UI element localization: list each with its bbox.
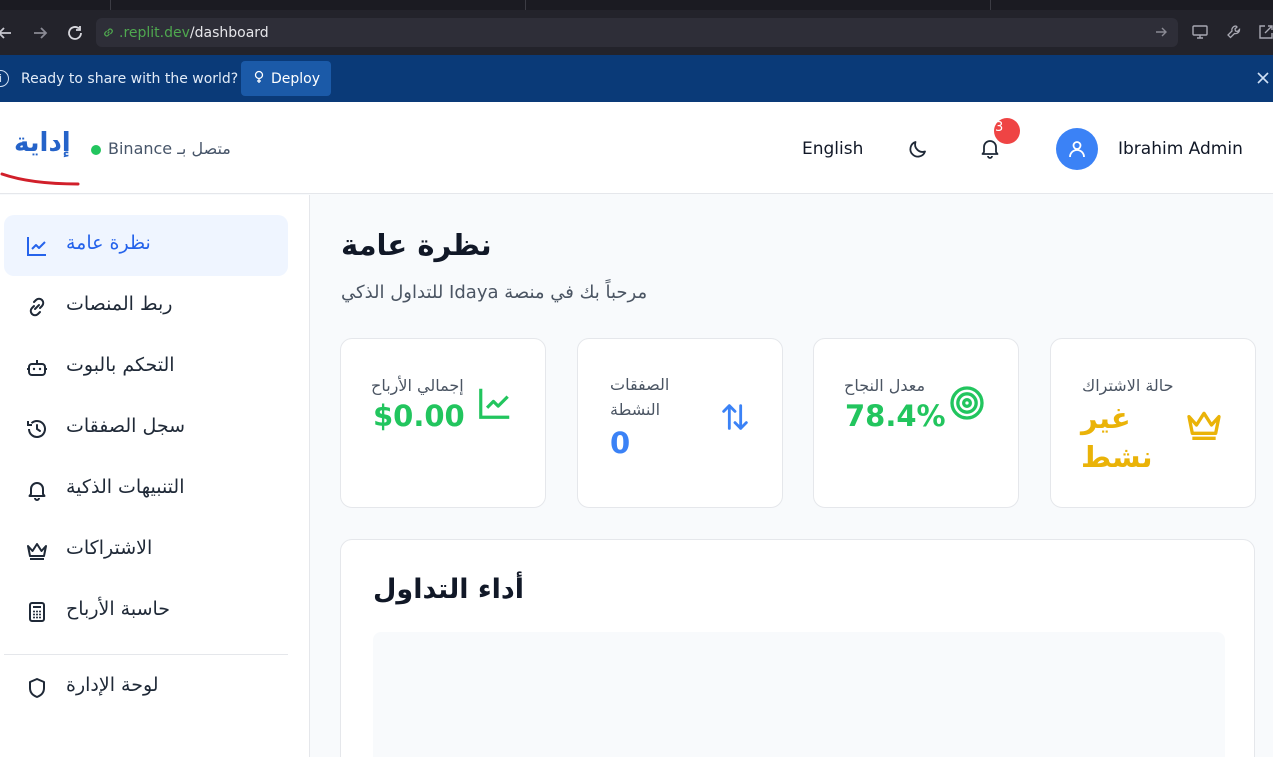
page-subtitle: للتداول الذكي Idaya مرحباً بك في منصة (341, 282, 648, 303)
exchange-connection-status: Binance متصل بـ (108, 139, 231, 158)
reload-icon[interactable] (64, 22, 86, 44)
tab-divider (525, 0, 526, 10)
stat-card-subscription-status: حالة الاشتراك غير نشط (1050, 338, 1256, 508)
sidebar-item-label: ربط المنصات (66, 293, 173, 315)
open-external-icon[interactable] (1256, 22, 1273, 42)
shield-icon (24, 675, 50, 701)
deploy-banner: i Ready to share with the world? Deploy (0, 55, 1273, 102)
moon-icon[interactable] (906, 137, 930, 161)
performance-chart-area (373, 632, 1225, 757)
bot-icon (24, 355, 50, 381)
browser-toolbar: .replit.dev/dashboard (0, 10, 1273, 55)
monitor-icon[interactable] (1190, 22, 1210, 42)
stat-label-line2: النشطة (610, 400, 661, 419)
sidebar-item-label: التنبيهات الذكية (66, 476, 185, 498)
stat-card-active-trades: الصفقات النشطة 0 (577, 338, 783, 508)
target-icon (947, 383, 987, 423)
stat-label: حالة الاشتراك (1082, 376, 1174, 395)
url-host: .replit.dev (119, 24, 190, 41)
back-arrow-icon[interactable] (0, 22, 16, 44)
stat-value-line2: نشط (1081, 440, 1153, 474)
stat-label: إجمالي الأرباح (371, 376, 464, 395)
sidebar-item-link-exchanges[interactable]: ربط المنصات (4, 276, 288, 337)
stat-label: معدل النجاح (844, 376, 926, 395)
stat-card-total-profits: إجمالي الأرباح $0.00 (340, 338, 546, 508)
sidebar-item-bot-control[interactable]: التحكم بالبوت (4, 337, 288, 398)
stat-label: الصفقات (610, 375, 670, 394)
link-icon (102, 26, 116, 40)
stat-value: $0.00 (373, 399, 465, 433)
bell-icon (24, 477, 50, 503)
sidebar-item-label: سجل الصفقات (66, 415, 186, 437)
brand-logo[interactable]: إداية (14, 128, 71, 158)
close-icon[interactable] (1255, 70, 1271, 86)
sidebar-item-label: لوحة الإدارة (66, 674, 159, 696)
trending-chart-icon (475, 383, 515, 423)
calculator-icon (24, 599, 50, 625)
sidebar-item-trade-history[interactable]: سجل الصفقات (4, 398, 288, 459)
deploy-button[interactable]: Deploy (241, 61, 331, 96)
avatar[interactable] (1056, 128, 1098, 170)
stat-value: غير (1081, 401, 1131, 435)
sidebar-item-overview[interactable]: نظرة عامة (4, 215, 288, 276)
address-bar[interactable]: .replit.dev/dashboard (96, 18, 1178, 47)
banner-message: Ready to share with the world? (21, 71, 239, 87)
language-toggle[interactable]: English (802, 139, 863, 159)
wrench-icon[interactable] (1224, 22, 1244, 42)
notification-count-badge: 3 (994, 118, 1020, 144)
sidebar-item-subscriptions[interactable]: الاشتراكات (4, 520, 288, 581)
arrows-up-down-icon (715, 397, 755, 437)
connection-status-dot (91, 145, 101, 155)
sidebar-item-label: التحكم بالبوت (66, 354, 175, 376)
crown-icon (1184, 405, 1224, 445)
sidebar-divider (4, 654, 288, 655)
url-path: /dashboard (189, 24, 269, 41)
forward-arrow-icon[interactable] (29, 22, 51, 44)
user-name[interactable]: Ibrahim Admin (1118, 139, 1243, 159)
browser-tab-strip (0, 0, 1273, 10)
go-arrow-icon[interactable] (1154, 24, 1170, 40)
trading-performance-panel: أداء التداول (340, 539, 1255, 757)
performance-title: أداء التداول (373, 574, 525, 605)
sidebar-item-label: نظرة عامة (66, 232, 151, 254)
deploy-button-label: Deploy (270, 70, 321, 87)
sidebar-item-profit-calculator[interactable]: حاسبة الأرباح (4, 581, 288, 642)
tab-divider (110, 0, 111, 10)
history-icon (24, 416, 50, 442)
app-header: إداية Binance متصل بـ English 3 Ibrahim … (0, 102, 1273, 194)
sidebar-item-label: الاشتراكات (66, 537, 153, 559)
chart-line-icon (24, 233, 50, 259)
stat-value: 0 (610, 426, 631, 460)
page-title: نظرة عامة (341, 228, 492, 262)
user-icon (1069, 141, 1085, 158)
sidebar-item-admin-panel[interactable]: لوحة الإدارة (4, 657, 288, 718)
deploy-icon (252, 70, 266, 88)
crown-icon (24, 538, 50, 564)
brand-underline-annotation (0, 172, 80, 186)
sidebar-item-label: حاسبة الأرباح (66, 598, 171, 620)
stat-card-success-rate: معدل النجاح 78.4% (813, 338, 1019, 508)
sidebar: نظرة عامة ربط المنصات التحكم بالبوت سجل … (0, 195, 310, 757)
info-icon: i (0, 70, 9, 87)
stat-value: 78.4% (845, 399, 946, 433)
tab-divider (990, 0, 991, 10)
link-icon (24, 294, 50, 320)
sidebar-item-smart-alerts[interactable]: التنبيهات الذكية (4, 459, 288, 520)
